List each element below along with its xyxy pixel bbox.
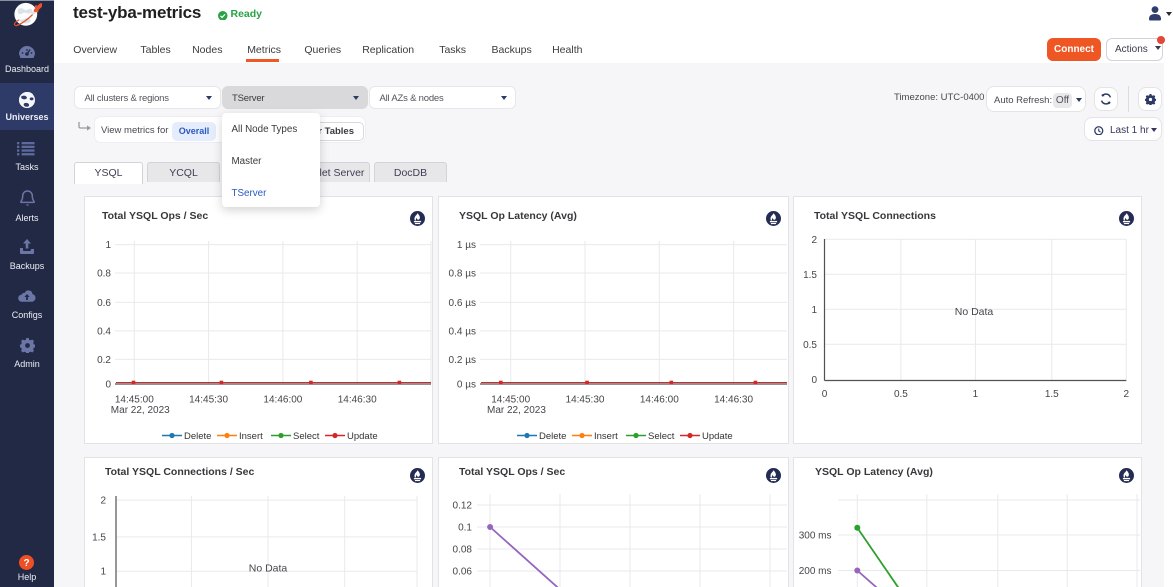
svg-text:14:46:00: 14:46:00 xyxy=(640,395,679,406)
svg-text:0.06: 0.06 xyxy=(453,567,473,578)
svg-text:0 µs: 0 µs xyxy=(457,380,476,391)
svg-text:Delete: Delete xyxy=(184,431,211,442)
svg-text:14:46:30: 14:46:30 xyxy=(338,395,377,406)
svg-text:1: 1 xyxy=(105,240,111,251)
svg-text:Mar 22, 2023: Mar 22, 2023 xyxy=(111,405,170,416)
svg-text:0.5: 0.5 xyxy=(803,340,817,351)
svg-text:1: 1 xyxy=(973,389,979,400)
svg-text:0.8 µs: 0.8 µs xyxy=(449,269,476,280)
svg-text:14:45:30: 14:45:30 xyxy=(566,395,605,406)
svg-text:0.2: 0.2 xyxy=(97,355,111,366)
svg-text:Mar 22, 2023: Mar 22, 2023 xyxy=(487,405,546,416)
svg-text:0.8: 0.8 xyxy=(97,269,111,280)
svg-text:?: ? xyxy=(23,558,29,569)
svg-text:14:46:00: 14:46:00 xyxy=(263,395,302,406)
svg-text:0.2 µs: 0.2 µs xyxy=(449,355,476,366)
svg-text:1.5: 1.5 xyxy=(1045,389,1059,400)
svg-text:0.1: 0.1 xyxy=(458,523,472,534)
svg-text:2: 2 xyxy=(1124,389,1130,400)
svg-text:0.12: 0.12 xyxy=(453,501,473,512)
svg-text:Select: Select xyxy=(648,431,675,442)
svg-text:Insert: Insert xyxy=(239,431,263,442)
svg-text:300 ms: 300 ms xyxy=(799,531,832,542)
svg-text:0: 0 xyxy=(811,375,817,386)
svg-text:1.5: 1.5 xyxy=(803,270,817,281)
svg-text:1: 1 xyxy=(811,305,817,316)
svg-text:2: 2 xyxy=(811,235,817,246)
svg-text:0.4: 0.4 xyxy=(97,326,111,337)
svg-text:1.5: 1.5 xyxy=(92,532,106,543)
svg-text:No Data: No Data xyxy=(249,563,288,575)
svg-text:Update: Update xyxy=(702,431,733,442)
svg-text:Delete: Delete xyxy=(539,431,566,442)
svg-text:1 µs: 1 µs xyxy=(457,240,476,251)
svg-text:14:45:00: 14:45:00 xyxy=(491,395,530,406)
svg-text:Select: Select xyxy=(293,431,320,442)
svg-text:No Data: No Data xyxy=(955,306,994,318)
svg-text:0.08: 0.08 xyxy=(453,545,473,556)
svg-text:0.6 µs: 0.6 µs xyxy=(449,298,476,309)
svg-text:200 ms: 200 ms xyxy=(799,566,832,577)
svg-text:0: 0 xyxy=(822,389,828,400)
svg-text:14:46:30: 14:46:30 xyxy=(714,395,753,406)
svg-text:Update: Update xyxy=(347,431,378,442)
svg-text:0.5: 0.5 xyxy=(894,389,908,400)
svg-text:2: 2 xyxy=(100,496,106,507)
svg-text:14:45:00: 14:45:00 xyxy=(115,395,154,406)
svg-text:0.4 µs: 0.4 µs xyxy=(449,326,476,337)
svg-text:Insert: Insert xyxy=(594,431,618,442)
svg-text:1: 1 xyxy=(100,567,106,578)
svg-text:0: 0 xyxy=(105,380,111,391)
svg-text:14:45:30: 14:45:30 xyxy=(189,395,228,406)
svg-text:0.6: 0.6 xyxy=(97,298,111,309)
